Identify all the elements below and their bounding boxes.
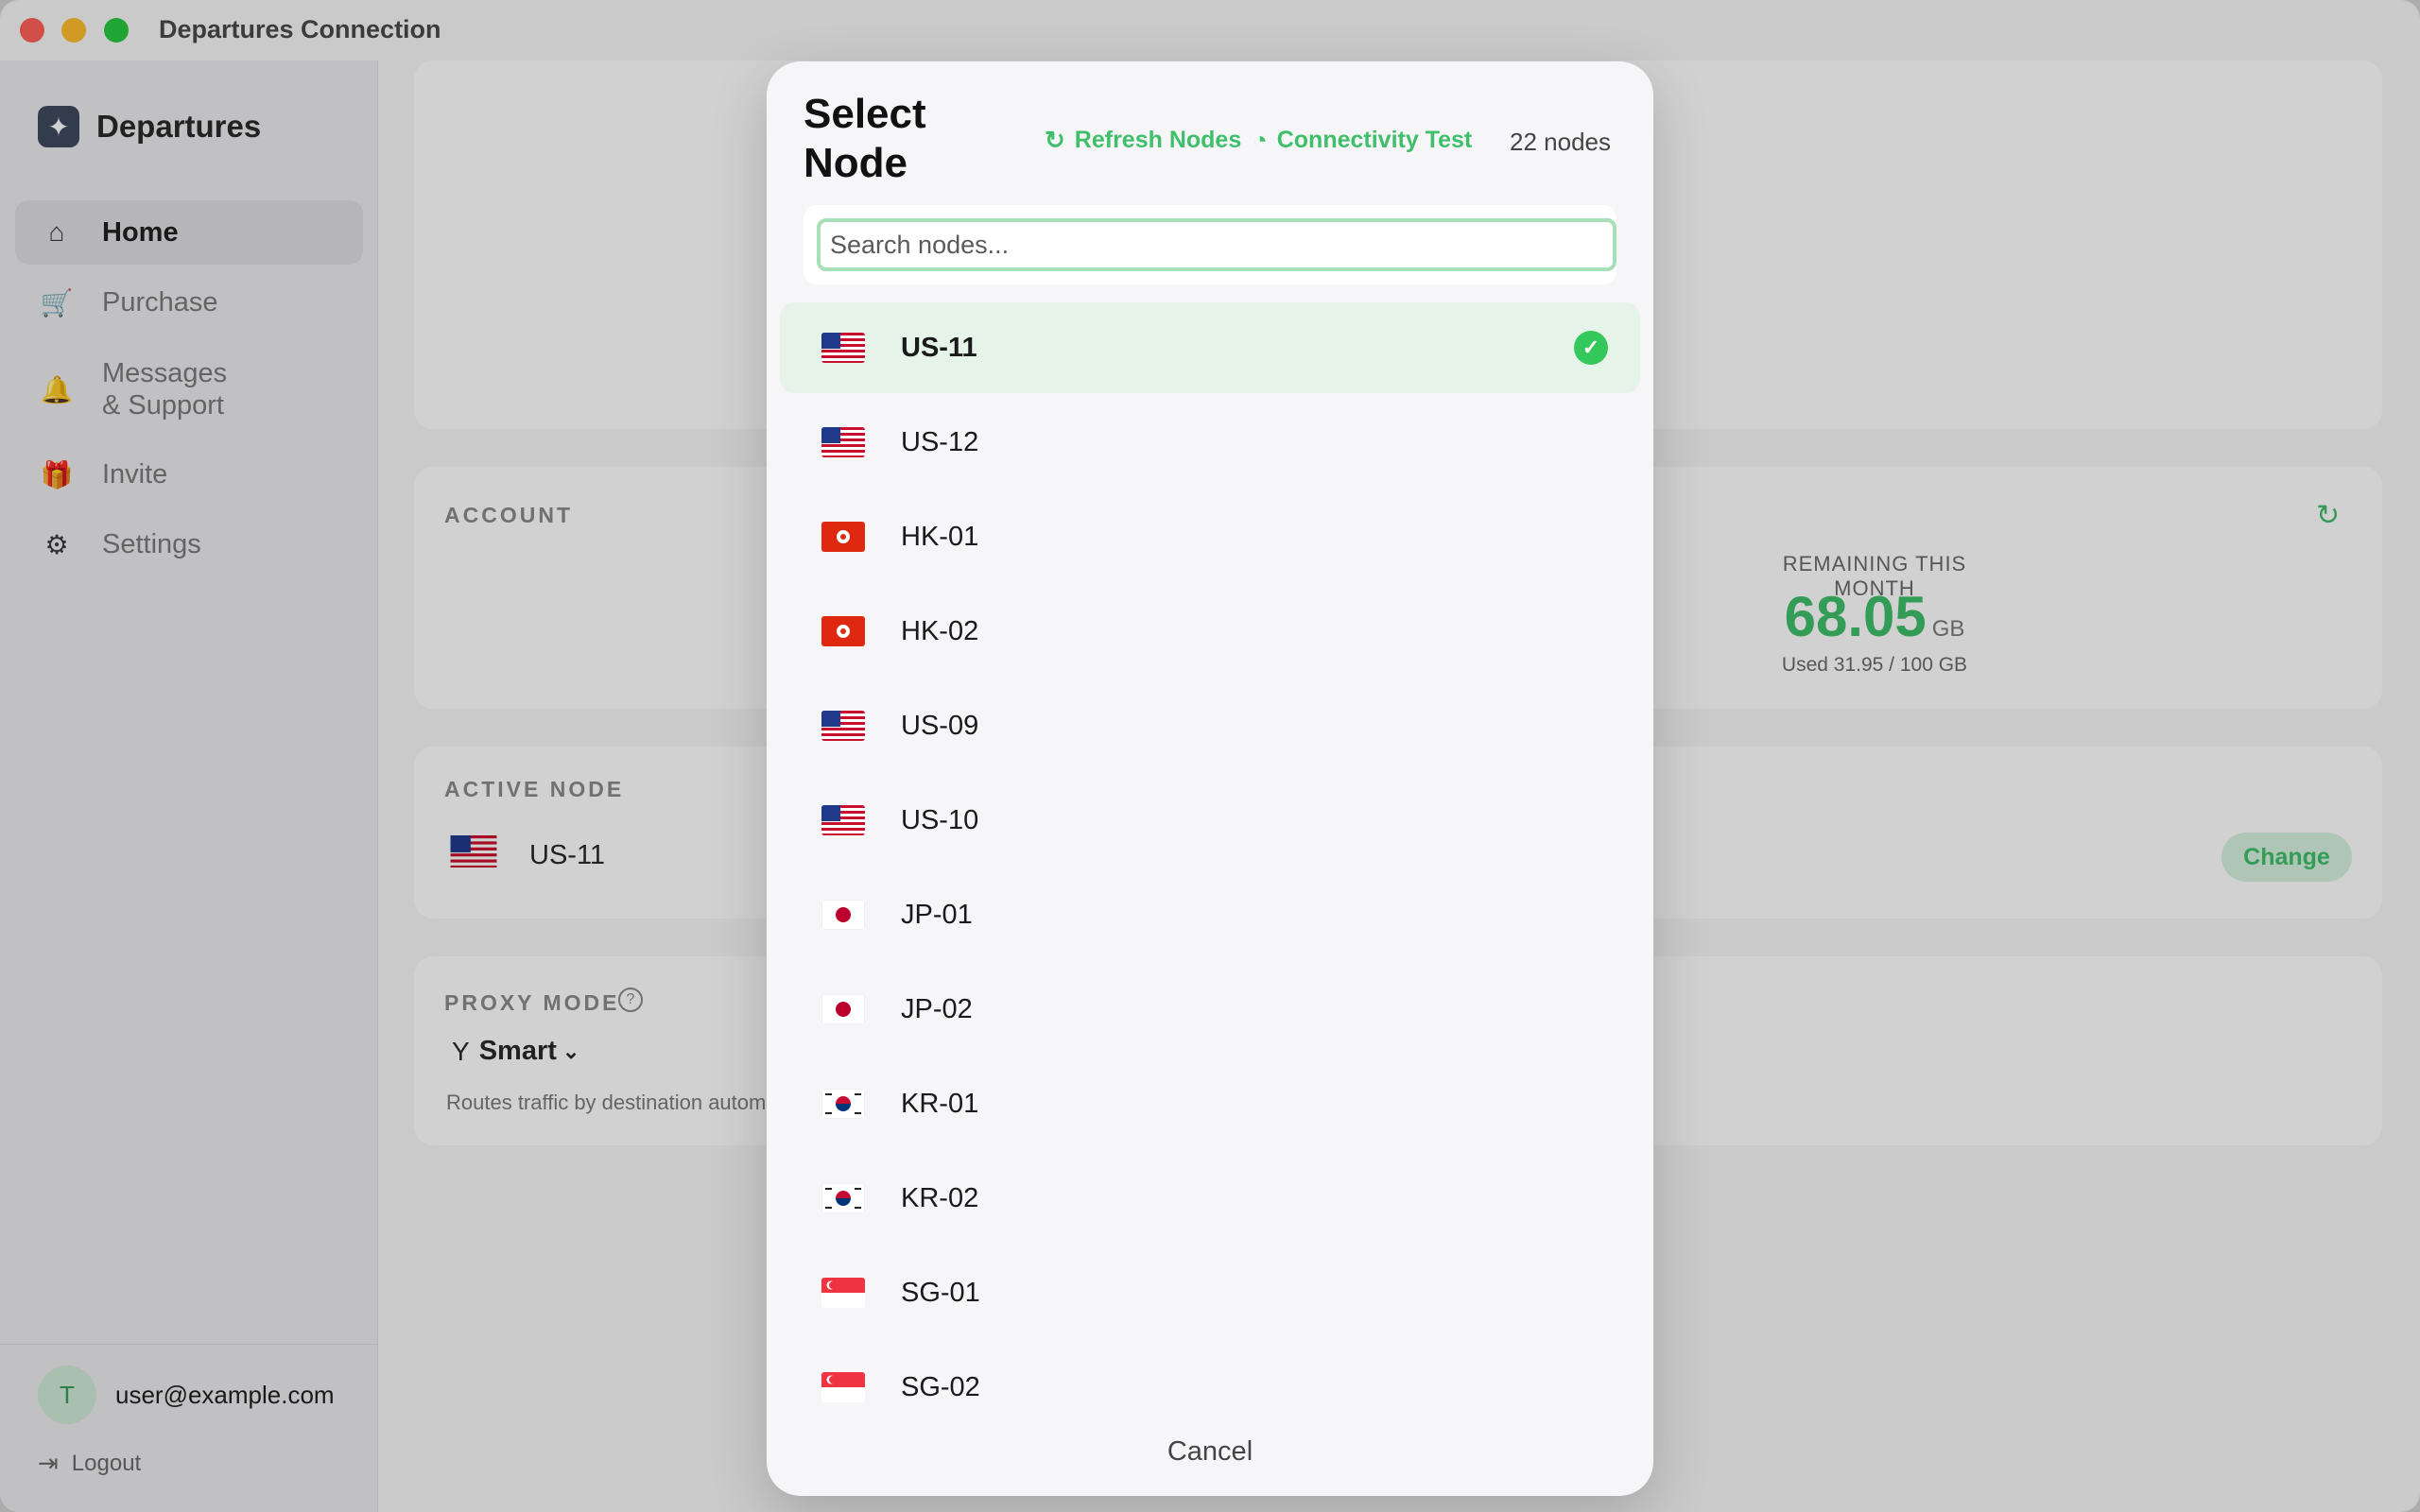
sg-flag-icon bbox=[821, 1372, 865, 1402]
speedometer-icon: ◔ bbox=[1253, 126, 1268, 154]
us-flag-icon bbox=[821, 333, 865, 363]
connectivity-test-button[interactable]: ◔ Connectivity Test bbox=[1253, 126, 1472, 155]
search-container bbox=[804, 205, 1616, 284]
node-name: SG-01 bbox=[901, 1277, 980, 1308]
node-count: 22 nodes bbox=[1510, 128, 1611, 156]
us-flag-icon bbox=[821, 711, 865, 741]
refresh-nodes-button[interactable]: ↻ Refresh Nodes bbox=[1045, 126, 1241, 155]
node-name: US-11 bbox=[901, 332, 977, 363]
node-row-kr-02[interactable]: KR-02 bbox=[780, 1153, 1640, 1244]
dialog-title: Select Node bbox=[804, 91, 926, 186]
node-name: US-09 bbox=[901, 710, 979, 741]
node-row-hk-01[interactable]: HK-01 bbox=[780, 491, 1640, 582]
node-row-sg-02[interactable]: SG-02 bbox=[780, 1342, 1640, 1433]
node-name: JP-02 bbox=[901, 993, 973, 1024]
node-name: HK-02 bbox=[901, 615, 979, 646]
node-name: HK-01 bbox=[901, 521, 979, 552]
hk-flag-icon bbox=[821, 616, 865, 646]
refresh-icon: ↻ bbox=[1045, 126, 1065, 154]
node-name: US-12 bbox=[901, 426, 979, 457]
node-row-kr-01[interactable]: KR-01 bbox=[780, 1058, 1640, 1149]
node-list: US-11 ✓ US-12 HK-01 HK-02 US-09 US-10 JP-01 JP-0… bbox=[780, 302, 1640, 1436]
cancel-button[interactable]: Cancel bbox=[767, 1435, 1653, 1469]
kr-flag-icon bbox=[821, 1183, 865, 1213]
node-row-us-10[interactable]: US-10 bbox=[780, 775, 1640, 866]
node-row-us-11[interactable]: US-11 ✓ bbox=[780, 302, 1640, 393]
us-flag-icon bbox=[821, 805, 865, 835]
kr-flag-icon bbox=[821, 1089, 865, 1119]
node-name: KR-02 bbox=[901, 1182, 979, 1213]
jp-flag-icon bbox=[821, 994, 865, 1024]
select-node-dialog: Select Node ↻ Refresh Nodes ◔ Connectivi… bbox=[767, 61, 1653, 1496]
us-flag-icon bbox=[821, 427, 865, 457]
node-row-us-09[interactable]: US-09 bbox=[780, 680, 1640, 771]
node-row-jp-01[interactable]: JP-01 bbox=[780, 869, 1640, 960]
node-name: KR-01 bbox=[901, 1088, 979, 1119]
jp-flag-icon bbox=[821, 900, 865, 930]
refresh-nodes-label: Refresh Nodes bbox=[1074, 127, 1242, 153]
sg-flag-icon bbox=[821, 1278, 865, 1308]
node-row-us-12[interactable]: US-12 bbox=[780, 397, 1640, 488]
checkmark-icon: ✓ bbox=[1574, 331, 1608, 365]
node-name: JP-01 bbox=[901, 899, 973, 930]
hk-flag-icon bbox=[821, 522, 865, 552]
node-row-sg-01[interactable]: SG-01 bbox=[780, 1247, 1640, 1338]
node-name: US-10 bbox=[901, 804, 979, 835]
node-name: SG-02 bbox=[901, 1371, 980, 1402]
connectivity-test-label: Connectivity Test bbox=[1276, 127, 1473, 153]
node-row-jp-02[interactable]: JP-02 bbox=[780, 964, 1640, 1055]
node-row-hk-02[interactable]: HK-02 bbox=[780, 586, 1640, 677]
search-nodes-input[interactable] bbox=[817, 218, 1616, 271]
